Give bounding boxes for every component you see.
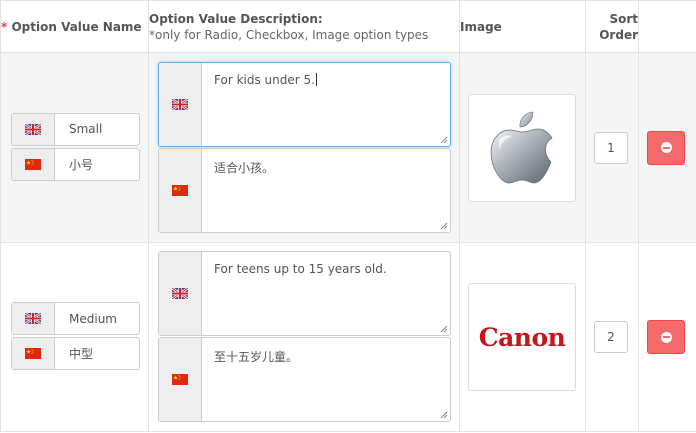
description-field-zh[interactable]: 适合小孩。 [158, 147, 451, 233]
cell-sort-order: 2 [585, 242, 639, 432]
header-option-value-name: * Option Value Name [0, 0, 149, 53]
cell-sort-order: 1 [585, 52, 639, 243]
cell-option-value-description: For kids under 5. 适合小孩。 [148, 52, 460, 243]
description-value-en: For kids under 5. [202, 63, 450, 146]
header-option-value-name-label: Option Value Name [11, 19, 142, 34]
name-field-zh[interactable]: 小号 [11, 147, 140, 181]
name-value-en: Small [69, 122, 103, 136]
minus-circle-icon [660, 142, 672, 153]
header-sort-label-2: Order [599, 27, 638, 42]
option-values-table: * Option Value Name Option Value Descrip… [0, 0, 696, 432]
name-value-zh: 小号 [69, 157, 94, 172]
uk-flag-icon [12, 303, 55, 334]
description-value-zh: 至十五岁儿童。 [214, 350, 299, 364]
resize-handle-icon[interactable] [440, 222, 448, 230]
name-value-zh: 中型 [69, 347, 94, 361]
name-field-en[interactable]: Medium [11, 302, 140, 335]
cell-actions [638, 52, 696, 243]
table-row: Medium 中型 For teens up to 15 years old. [0, 242, 696, 432]
table-row: Small 小号 For kids under 5. 适合小孩。 1 [0, 52, 696, 243]
cell-option-value-description: For teens up to 15 years old. 至十五岁儿童。 [148, 242, 460, 432]
cell-image: Canon [459, 242, 586, 432]
uk-flag-icon [159, 62, 202, 146]
description-field-en[interactable]: For teens up to 15 years old. [158, 251, 451, 336]
cell-option-value-name: Small 小号 [0, 52, 149, 243]
cell-image [459, 52, 586, 243]
china-flag-icon [12, 338, 55, 369]
image-thumbnail[interactable]: Canon [468, 283, 576, 391]
name-input-group: Small 小号 [11, 112, 140, 181]
china-flag-icon [159, 148, 202, 232]
cell-option-value-name: Medium 中型 [0, 242, 149, 432]
description-value-en: For teens up to 15 years old. [214, 262, 387, 276]
image-thumbnail[interactable] [468, 93, 576, 202]
resize-handle-icon[interactable] [440, 411, 448, 419]
uk-flag-icon [159, 252, 202, 335]
header-image: Image [459, 0, 586, 53]
sort-order-input[interactable]: 2 [594, 321, 628, 353]
header-sort-order: Sort Order [585, 0, 639, 53]
apple-logo-icon [490, 111, 553, 183]
cell-actions [638, 242, 696, 432]
name-input-group: Medium 中型 [11, 302, 140, 370]
resize-handle-icon[interactable] [440, 325, 448, 333]
header-option-value-description: Option Value Description: *only for Radi… [148, 0, 460, 53]
china-flag-icon [159, 338, 202, 421]
description-field-zh[interactable]: 至十五岁儿童。 [158, 337, 451, 422]
remove-option-button[interactable] [647, 130, 685, 165]
table-header-row: * Option Value Name Option Value Descrip… [0, 0, 696, 53]
header-actions [638, 0, 696, 53]
sort-order-input[interactable]: 1 [594, 131, 628, 164]
description-input-group: For kids under 5. 适合小孩。 [158, 61, 451, 233]
name-field-en[interactable]: Small [11, 112, 140, 146]
name-field-zh[interactable]: 中型 [11, 337, 140, 370]
minus-circle-icon [660, 331, 672, 343]
description-field-en[interactable]: For kids under 5. [158, 61, 451, 147]
description-value-zh: 适合小孩。 [214, 160, 275, 175]
required-mark: * [1, 19, 8, 34]
canon-logo: Canon [478, 322, 566, 352]
header-description-label: Option Value Description: [149, 11, 323, 26]
china-flag-icon [12, 148, 55, 180]
description-input-group: For teens up to 15 years old. 至十五岁儿童。 [158, 251, 451, 422]
name-value-en: Medium [69, 311, 117, 326]
header-description-note: *only for Radio, Checkbox, Image option … [149, 27, 429, 42]
remove-option-button[interactable] [647, 320, 685, 354]
uk-flag-icon [12, 113, 55, 145]
resize-handle-icon[interactable] [440, 136, 448, 144]
header-image-label: Image [460, 19, 502, 34]
header-sort-label-1: Sort [609, 11, 638, 26]
